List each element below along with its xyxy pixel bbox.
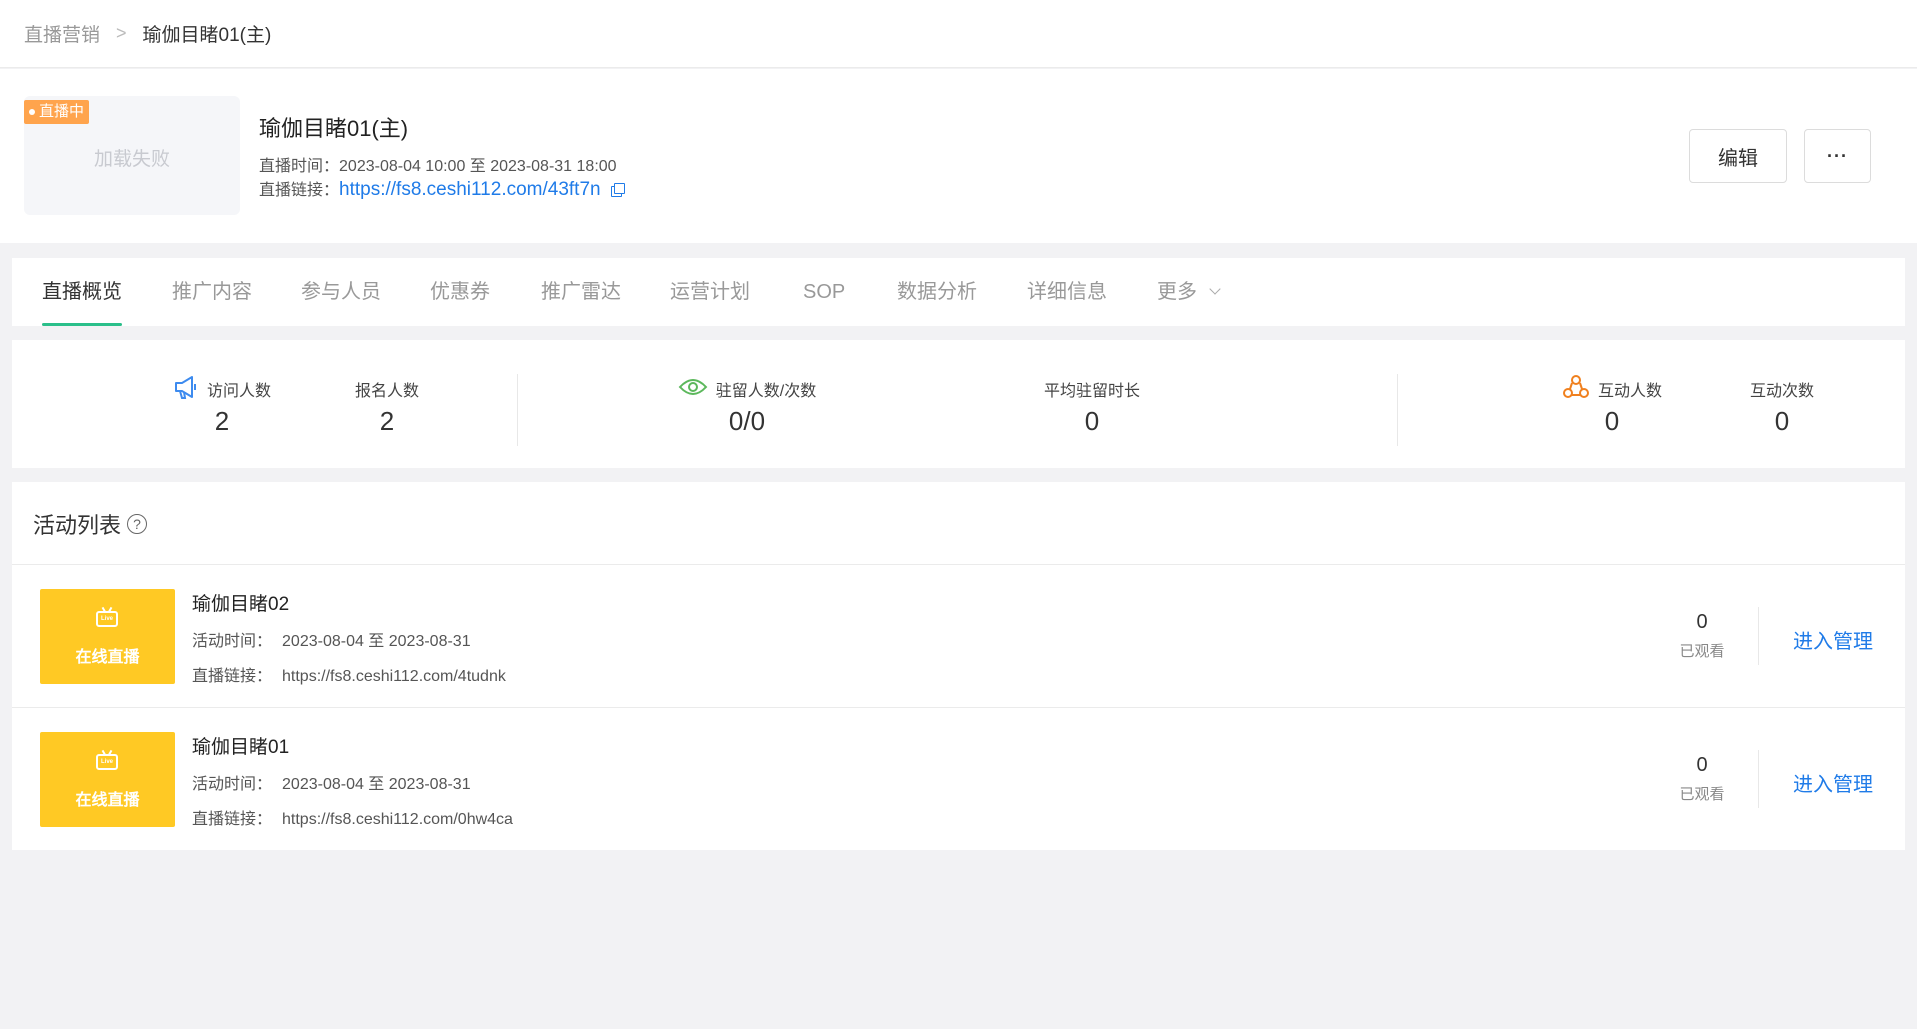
- watched-count-label: 已观看: [1679, 786, 1725, 803]
- copy-icon[interactable]: [610, 183, 625, 197]
- stat-registrants-value: 2: [379, 406, 395, 436]
- watched-count-label: 已观看: [1679, 643, 1725, 660]
- activity-thumbnail: Live 在线直播: [40, 732, 175, 827]
- tab-bar: 直播概览 推广内容 参与人员 优惠券 推广雷达 运营计划 SOP 数据分析 详细…: [12, 258, 1905, 326]
- breadcrumb-root-link[interactable]: 直播营销: [24, 20, 100, 47]
- tab-overview[interactable]: 直播概览: [42, 258, 122, 326]
- activity-time-value: 2023-08-04 至 2023-08-31: [282, 633, 471, 650]
- activity-time: 活动时间： 2023-08-04 至 2023-08-31: [192, 627, 471, 651]
- row-divider: [1758, 607, 1759, 665]
- stat-interactions-value: 0: [1774, 406, 1790, 436]
- activity-time: 活动时间： 2023-08-04 至 2023-08-31: [192, 770, 471, 794]
- tab-data-analysis[interactable]: 数据分析: [897, 258, 977, 326]
- tv-live-icon: Live: [96, 611, 118, 627]
- live-time-value: 2023-08-04 10:00 至 2023-08-31 18:00: [339, 158, 617, 175]
- tab-operation-plan[interactable]: 运营计划: [670, 258, 750, 326]
- tab-more-label: 更多: [1157, 281, 1197, 303]
- stat-stay: 驻留人数/次数 0/0: [642, 378, 852, 437]
- watched-count-value: 0: [1696, 611, 1708, 633]
- stat-avg-stay: 平均驻留时长 0: [1017, 378, 1167, 437]
- breadcrumb: 直播营销 > 瑜伽目睹01(主): [0, 0, 1917, 68]
- row-divider: [1758, 750, 1759, 808]
- edit-button[interactable]: 编辑: [1689, 129, 1787, 183]
- stats-divider: [1397, 374, 1398, 446]
- enter-management-link[interactable]: 进入管理: [1793, 625, 1873, 654]
- activity-link-url: https://fs8.ceshi112.com/4tudnk: [282, 668, 506, 685]
- tab-participants[interactable]: 参与人员: [301, 258, 381, 326]
- stat-avg-stay-value: 0: [1084, 406, 1100, 436]
- activity-link-label: 直播链接：: [192, 811, 273, 828]
- megaphone-icon: [173, 374, 199, 405]
- stat-interactions-label: 互动次数: [1749, 383, 1814, 400]
- interaction-icon: [1562, 374, 1590, 405]
- activity-thumbnail-label: 在线直播: [75, 649, 140, 666]
- tab-more[interactable]: 更多: [1157, 258, 1221, 326]
- breadcrumb-separator: >: [116, 23, 127, 43]
- activity-row: Live 在线直播 瑜伽目睹01 活动时间： 2023-08-04 至 2023-…: [12, 707, 1905, 850]
- stat-stay-label: 驻留人数/次数: [715, 383, 817, 400]
- live-cover: 直播中 加载失败: [24, 96, 240, 215]
- chevron-down-icon: [1209, 283, 1221, 295]
- activity-list-panel: 活动列表 ? Live 在线直播 瑜伽目睹02 活动时间： 2023-08-04 …: [12, 482, 1905, 850]
- tab-promotion-radar[interactable]: 推广雷达: [541, 258, 621, 326]
- watched-count: 0 已观看: [1662, 754, 1742, 804]
- stat-visitors-label: 访问人数: [206, 383, 271, 400]
- activity-thumbnail-label: 在线直播: [75, 792, 140, 809]
- activity-title: 瑜伽目睹01: [192, 737, 290, 758]
- enter-management-link[interactable]: 进入管理: [1793, 768, 1873, 797]
- stats-divider: [517, 374, 518, 446]
- activity-link-url: https://fs8.ceshi112.com/0hw4ca: [282, 811, 513, 828]
- help-icon[interactable]: ?: [127, 514, 148, 534]
- live-status-badge: 直播中: [24, 100, 90, 124]
- stat-registrants-label: 报名人数: [354, 383, 419, 400]
- activity-thumbnail: Live 在线直播: [40, 589, 175, 684]
- watched-count-value: 0: [1696, 754, 1708, 776]
- activity-time-label: 活动时间：: [192, 776, 273, 793]
- stat-interactors-value: 0: [1604, 406, 1620, 436]
- stat-stay-value: 0/0: [728, 406, 766, 436]
- stat-visitors: 访问人数 2: [142, 375, 302, 437]
- activity-list-title: 活动列表 ?: [33, 508, 148, 540]
- live-time: 直播时间：2023-08-04 10:00 至 2023-08-31 18:00: [259, 152, 617, 176]
- activity-time-value: 2023-08-04 至 2023-08-31: [282, 776, 471, 793]
- stat-registrants: 报名人数 2: [327, 378, 447, 437]
- live-link-url[interactable]: https://fs8.ceshi112.com/43ft7n: [339, 179, 601, 200]
- cover-load-failed-text: 加载失败: [93, 149, 170, 170]
- tab-details[interactable]: 详细信息: [1027, 258, 1107, 326]
- tab-coupons[interactable]: 优惠券: [430, 258, 490, 326]
- stat-interactions: 互动次数 0: [1722, 378, 1842, 437]
- live-link: 直播链接：https://fs8.ceshi112.com/43ft7n: [259, 176, 625, 201]
- watched-count: 0 已观看: [1662, 611, 1742, 661]
- stat-visitors-value: 2: [214, 406, 230, 436]
- live-dot-icon: [29, 109, 35, 115]
- tab-promotion-content[interactable]: 推广内容: [172, 258, 252, 326]
- more-actions-button[interactable]: ···: [1804, 129, 1871, 183]
- page-title: 瑜伽目睹01(主): [259, 116, 409, 141]
- activity-list-title-text: 活动列表: [33, 513, 122, 538]
- activity-row: Live 在线直播 瑜伽目睹02 活动时间： 2023-08-04 至 2023-…: [12, 564, 1905, 707]
- stat-avg-stay-label: 平均驻留时长: [1043, 383, 1140, 400]
- live-time-label: 直播时间：: [259, 158, 340, 175]
- live-link-label: 直播链接：: [259, 182, 340, 199]
- activity-link-label: 直播链接：: [192, 668, 273, 685]
- stat-interactors: 互动人数 0: [1527, 374, 1697, 437]
- activity-title: 瑜伽目睹02: [192, 594, 290, 615]
- eye-icon: [678, 377, 708, 402]
- stats-panel: 访问人数 2 报名人数 2 驻留人数/次数 0/0 平均驻留时长 0 互动人数 …: [12, 340, 1905, 468]
- activity-link: 直播链接： https://fs8.ceshi112.com/4tudnk: [192, 662, 506, 686]
- stat-interactors-label: 互动人数: [1597, 383, 1662, 400]
- activity-link: 直播链接： https://fs8.ceshi112.com/0hw4ca: [192, 805, 513, 829]
- breadcrumb-current: 瑜伽目睹01(主): [142, 25, 272, 46]
- live-status-text: 直播中: [39, 103, 85, 120]
- tab-sop[interactable]: SOP: [803, 258, 845, 326]
- tv-live-icon: Live: [96, 754, 118, 770]
- activity-time-label: 活动时间：: [192, 633, 273, 650]
- live-header: 直播中 加载失败 瑜伽目睹01(主) 直播时间：2023-08-04 10:00…: [0, 69, 1917, 243]
